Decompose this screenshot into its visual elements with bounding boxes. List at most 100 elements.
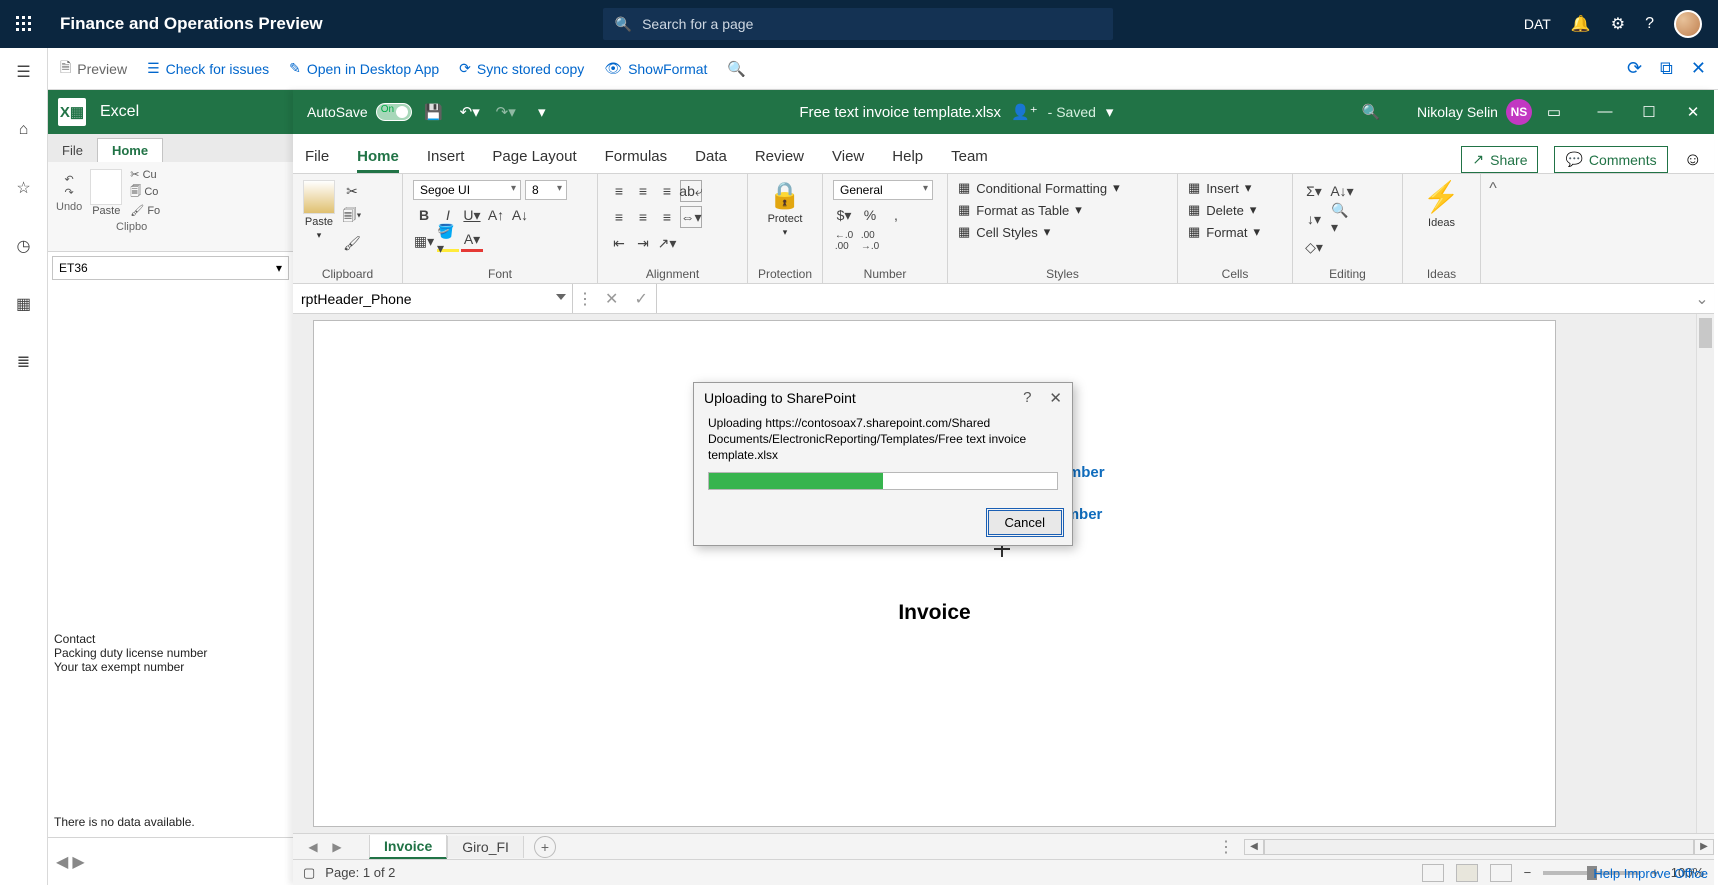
clear-button[interactable]: ◇▾ [1303,236,1325,258]
bell-icon[interactable]: 🔔 [1571,14,1591,34]
tab-page-layout[interactable]: Page Layout [492,148,576,173]
number-format-dropdown[interactable]: General [833,180,933,200]
cond-fmt-button[interactable]: ▦Conditional Formatting ▾ [958,180,1120,196]
maximize-icon[interactable]: ☐ [1634,103,1664,121]
inc-decimal-button[interactable]: ←.0.00 [833,230,855,252]
hscroll-left[interactable]: ◀ [1244,839,1264,855]
waffle-icon[interactable] [0,0,48,48]
web-scroll-left[interactable]: ◀ [56,852,68,872]
tab-file[interactable]: File [305,148,329,173]
smiley-icon[interactable]: ☺ [1684,149,1702,170]
copy-icon[interactable]: 🗐▾ [341,206,363,228]
collapse-ribbon-icon[interactable]: ^ [1489,180,1497,198]
vertical-scrollbar[interactable] [1696,314,1714,833]
close-icon[interactable]: ✕ [1678,103,1708,121]
popout-icon[interactable]: ⧉ [1660,58,1673,79]
tab-insert[interactable]: Insert [427,148,465,173]
open-desktop-cmd[interactable]: ✎Open in Desktop App [289,60,439,77]
hamburger-icon[interactable]: ☰ [4,54,44,90]
global-search[interactable]: 🔍 Search for a page [603,8,1113,40]
tab-formulas[interactable]: Formulas [605,148,668,173]
recent-icon[interactable]: ◷ [4,228,44,264]
ideas-button[interactable]: ⚡ Ideas [1423,180,1460,229]
web-copy[interactable]: 🗐 Co [130,183,160,202]
tell-me-search-icon[interactable]: 🔍 [1357,98,1385,126]
showformat-cmd[interactable]: 👁ShowFormat [604,60,707,77]
formula-input[interactable] [657,284,1690,313]
insert-cells-button[interactable]: ▦Insert ▾ [1188,180,1251,196]
autosave-toggle[interactable]: On [376,103,412,121]
comma-button[interactable]: , [885,204,907,226]
orientation-button[interactable]: ↗▾ [656,232,678,254]
inc-indent-button[interactable]: ⇥ [632,232,654,254]
font-color-button[interactable]: A▾ [461,230,483,252]
modules-icon[interactable]: ≣ [4,344,44,380]
user-name[interactable]: Nikolay Selin [1417,104,1498,120]
autosum-button[interactable]: Σ▾ [1303,180,1325,202]
invoice-title[interactable]: Invoice [314,601,1555,625]
namebox-menu[interactable]: ⋮ [573,284,597,313]
grow-font-button[interactable]: A↑ [485,204,507,226]
sheet-tab-girofi[interactable]: Giro_FI [447,836,524,858]
help-icon[interactable]: ? [1645,15,1654,33]
sheet-nav-next[interactable]: ▶ [325,840,349,854]
share-button[interactable]: ↗Share [1461,146,1538,173]
undo-icon[interactable]: ↶▾ [456,98,484,126]
sort-filter-button[interactable]: A↓▾ [1331,180,1353,202]
cancel-formula-icon[interactable]: ✕ [605,289,618,309]
currency-button[interactable]: $▾ [833,204,855,226]
percent-button[interactable]: % [859,204,881,226]
paste-icon[interactable] [90,169,122,205]
tab-review[interactable]: Review [755,148,804,173]
record-macro-icon[interactable]: ▢ [303,865,315,881]
company-code[interactable]: DAT [1524,16,1551,32]
tab-team[interactable]: Team [951,148,988,173]
refresh-icon[interactable]: ⟳ [1627,58,1642,79]
dialog-close-icon[interactable]: ✕ [1049,389,1062,407]
save-icon[interactable]: 💾 [420,98,448,126]
help-improve-link[interactable]: Help Improve Office [1593,866,1708,881]
sheet-tab-invoice[interactable]: Invoice [369,835,447,859]
redo-icon[interactable]: ↷ [65,186,74,199]
zoom-out-button[interactable]: − [1524,865,1532,880]
web-fo[interactable]: 🖌 Fo [130,204,160,217]
web-cut[interactable]: ✂ Cu [130,168,160,181]
merge-button[interactable]: ⇔▾ [680,206,702,228]
cancel-button[interactable]: Cancel [988,510,1062,535]
enter-formula-icon[interactable]: ✓ [635,289,648,309]
format-cells-button[interactable]: ▦Format ▾ [1188,224,1260,240]
workspace-icon[interactable]: ▦ [4,286,44,322]
delete-cells-button[interactable]: ▦Delete ▾ [1188,202,1256,218]
fill-button[interactable]: ↓▾ [1303,208,1325,230]
ribbon-display-icon[interactable]: ▭ [1540,98,1568,126]
sheet-nav-prev[interactable]: ◀ [301,840,325,854]
align-right-button[interactable]: ≡ [656,206,678,228]
file-name[interactable]: Free text invoice template.xlsx [799,104,1001,121]
chevron-down-icon[interactable]: ▾ [1106,103,1114,121]
redo-icon[interactable]: ↷▾ [492,98,520,126]
preview-cmd[interactable]: 🗎Preview [60,57,127,81]
dec-decimal-button[interactable]: .00→.0 [859,230,881,252]
tab-data[interactable]: Data [695,148,727,173]
name-box[interactable]: rptHeader_Phone [293,284,573,313]
wrap-text-button[interactable]: ab⤶ [680,180,702,202]
close-icon[interactable]: ✕ [1691,58,1706,79]
tab-view[interactable]: View [832,148,864,173]
web-file-tab[interactable]: File [48,139,97,162]
bold-button[interactable]: B [413,204,435,226]
check-issues-cmd[interactable]: ☰Check for issues [147,60,269,77]
comments-button[interactable]: 💬Comments [1554,146,1667,173]
font-name-dropdown[interactable]: Segoe UI [413,180,521,200]
avatar[interactable] [1674,10,1702,38]
star-icon[interactable]: ☆ [4,170,44,206]
borders-button[interactable]: ▦▾ [413,230,435,252]
normal-view-button[interactable] [1422,864,1444,882]
font-size-dropdown[interactable]: 8 [525,180,567,200]
horizontal-scrollbar[interactable] [1264,839,1694,855]
web-namebox[interactable]: ET36▾ [52,256,289,280]
sync-cmd[interactable]: ⟳Sync stored copy [459,60,584,77]
people-icon[interactable]: 👤⁺ [1011,103,1038,121]
hscroll-right[interactable]: ▶ [1694,839,1714,855]
align-bottom-button[interactable]: ≡ [656,180,678,202]
search-cmd[interactable]: 🔍 [727,60,746,78]
